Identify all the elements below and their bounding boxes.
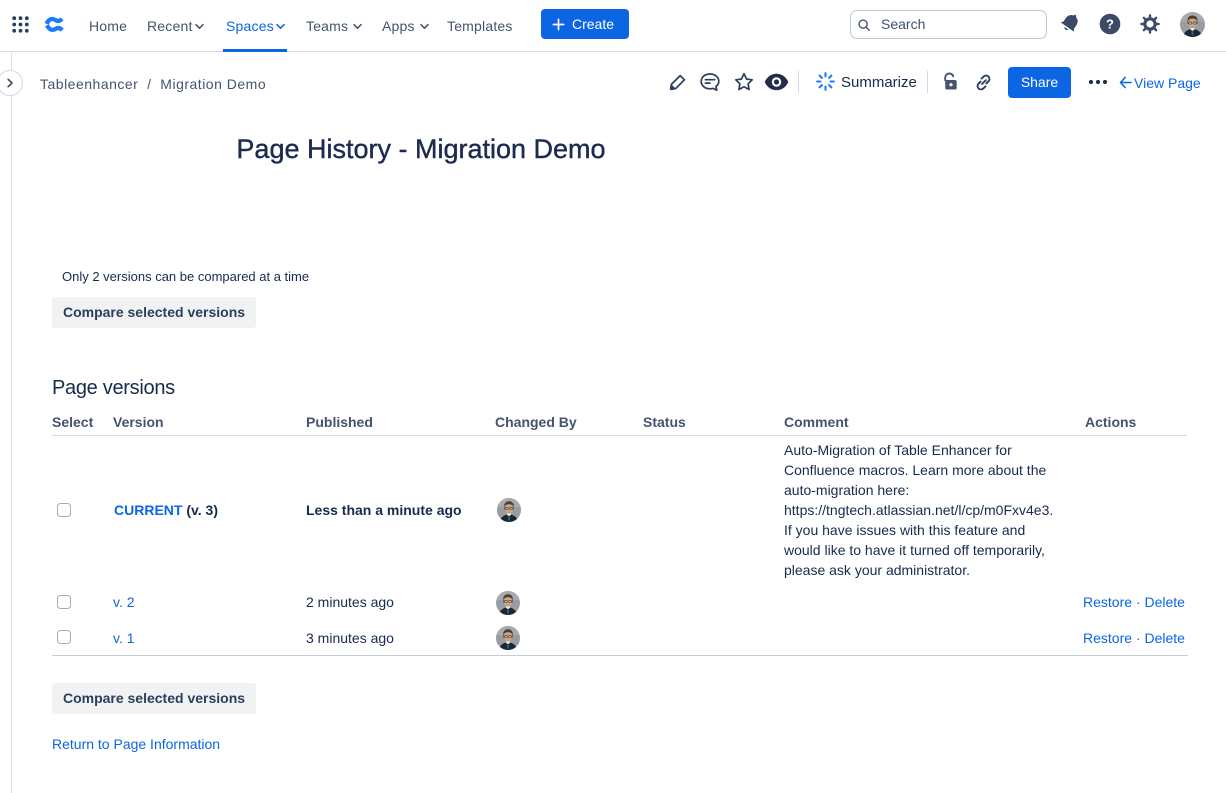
svg-text:?: ? bbox=[1106, 17, 1114, 32]
